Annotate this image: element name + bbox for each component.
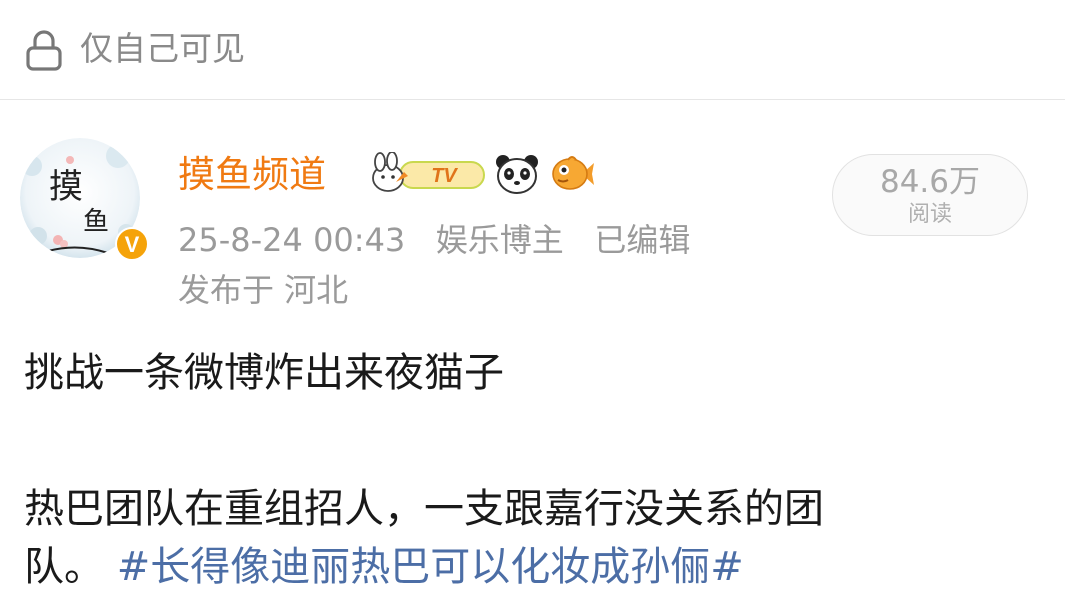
panda-icon[interactable]	[494, 152, 540, 196]
post-meta: 25-8-24 00:43 娱乐博主 已编辑	[178, 218, 690, 262]
fish-icon[interactable]	[548, 152, 596, 196]
post-text-line-2: 热巴团队在重组招人，一支跟嘉行没关系的团	[24, 486, 824, 532]
post-text-line-3: 队。 #长得像迪丽热巴可以化妆成孙俪#	[24, 540, 744, 594]
post-location: 发布于 河北	[178, 271, 349, 309]
author-name[interactable]: 摸鱼频道	[178, 150, 326, 200]
svg-text:TV: TV	[431, 165, 458, 187]
svg-text:V: V	[125, 232, 140, 257]
read-label: 阅读	[907, 202, 952, 227]
author-role: 娱乐博主	[435, 221, 564, 259]
edited-label: 已编辑	[594, 221, 691, 259]
svg-text:鱼: 鱼	[83, 207, 109, 237]
lock-icon	[26, 30, 62, 71]
post-text-line-3-text: 队。	[24, 544, 104, 590]
privacy-bar: 仅自己可见	[0, 0, 1065, 100]
read-count: 84.6万	[879, 164, 981, 200]
hashtag-link[interactable]: #长得像迪丽热巴可以化妆成孙俪#	[117, 544, 744, 590]
privacy-label: 仅自己可见	[80, 29, 245, 68]
post-text-line-1: 挑战一条微博炸出来夜猫子	[24, 350, 504, 396]
svg-text:摸: 摸	[49, 167, 83, 207]
read-count-pill[interactable]: 84.6万 阅读	[832, 154, 1028, 236]
author-avatar[interactable]: 摸 鱼 V	[18, 136, 149, 266]
post-timestamp: 25-8-24 00:43	[178, 221, 406, 259]
verified-badge-icon: V	[115, 227, 149, 261]
tv-member-badge-icon[interactable]: TV	[366, 152, 486, 196]
